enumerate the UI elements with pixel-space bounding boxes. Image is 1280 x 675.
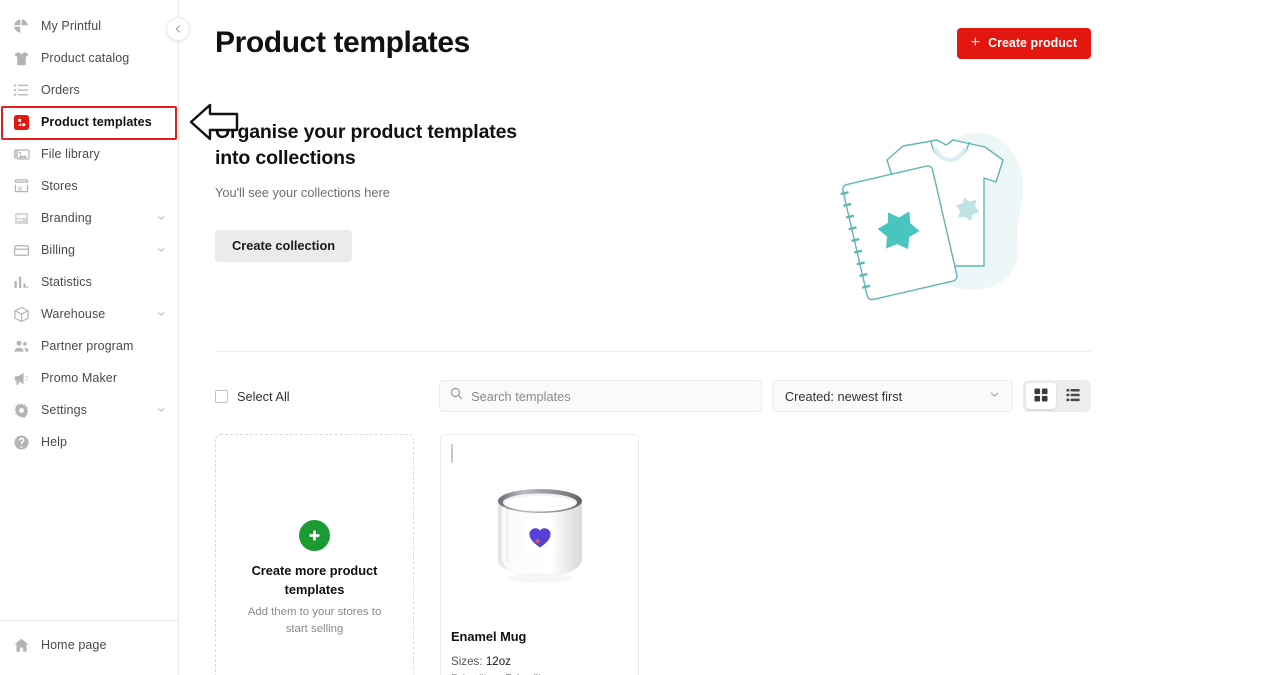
select-all-label: Select All [237, 388, 290, 404]
sidebar-item-label: Help [41, 435, 68, 449]
create-collection-button[interactable]: Create collection [215, 229, 353, 262]
template-card-title: Enamel Mug [451, 629, 527, 644]
chevron-down-icon [156, 309, 166, 319]
sidebar-item-home-page[interactable]: Home page [0, 629, 178, 661]
credit-card-icon [11, 240, 31, 260]
question-icon [11, 432, 31, 452]
enamel-mug-image [451, 469, 628, 601]
list-view-button[interactable] [1058, 383, 1088, 409]
sidebar-item-help[interactable]: Help [0, 426, 178, 458]
create-product-button[interactable]: + Create product [956, 27, 1091, 59]
sidebar-collapse-button[interactable] [166, 17, 190, 41]
page-header: Product templates + Create product [215, 0, 1091, 60]
grid-view-button[interactable] [1026, 383, 1056, 409]
sort-selected-value: Created: newest first [784, 388, 903, 404]
sidebar-item-label: Billing [41, 243, 76, 257]
sidebar-item-branding[interactable]: Branding [0, 202, 178, 234]
templates-grid: Create more product templates Add them t… [215, 434, 1091, 675]
search-input[interactable] [471, 388, 751, 404]
sidebar-item-settings[interactable]: Settings [0, 394, 178, 426]
sidebar-item-label: Warehouse [41, 307, 106, 321]
search-icon [450, 387, 463, 405]
main-content: Product templates + Create product Organ… [179, 0, 1280, 675]
people-icon [11, 336, 31, 356]
sidebar-item-label: My Printful [41, 19, 102, 33]
sidebar-item-label: File library [41, 147, 100, 161]
page-title: Product templates [215, 26, 470, 59]
megaphone-icon [11, 368, 31, 388]
sidebar-item-stores[interactable]: Stores [0, 170, 178, 202]
grid-icon [1034, 388, 1048, 405]
create-more-templates-card[interactable]: Create more product templates Add them t… [215, 434, 414, 675]
select-all-checkbox[interactable] [215, 389, 228, 403]
sizes-label: Sizes: [451, 655, 483, 668]
sidebar-item-label: Settings [41, 403, 87, 417]
pie-chart-icon [11, 16, 31, 36]
sidebar-item-label: Product catalog [41, 51, 130, 65]
view-toggle-group [1023, 380, 1091, 412]
sidebar-nav: My Printful Product catalog Orders Produ… [0, 0, 178, 620]
promo-subtitle: You'll see your collections here [215, 184, 390, 200]
select-all-control[interactable]: Select All [215, 389, 439, 404]
home-icon [11, 635, 31, 655]
branding-icon [11, 208, 31, 228]
app-root: My Printful Product catalog Orders Produ… [0, 0, 1280, 675]
list-icon [1066, 388, 1080, 405]
chevron-down-icon [156, 405, 166, 415]
sidebar-item-warehouse[interactable]: Warehouse [0, 298, 178, 330]
sidebar-item-billing[interactable]: Billing [0, 234, 178, 266]
image-folder-icon [11, 144, 31, 164]
box-icon [11, 304, 31, 324]
sidebar-item-label: Product templates [41, 115, 152, 129]
template-card-checkbox[interactable] [451, 444, 453, 463]
sidebar-item-my-printful[interactable]: My Printful [0, 10, 178, 42]
chevron-down-icon [156, 213, 166, 223]
sort-dropdown[interactable]: Created: newest first [771, 380, 1013, 412]
templates-toolbar: Select All Created: newest first [215, 380, 1091, 412]
gear-icon [11, 400, 31, 420]
sidebar-item-label: Promo Maker [41, 371, 118, 385]
template-card[interactable]: Enamel Mug Sizes: 12oz Print files: Prin… [440, 434, 639, 675]
sidebar-item-label: Branding [41, 211, 92, 225]
sidebar-footer: Home page [0, 620, 178, 675]
sidebar-item-label: Home page [41, 638, 107, 652]
chevron-left-icon [174, 20, 182, 38]
plus-circle-icon [299, 520, 330, 551]
sidebar-item-statistics[interactable]: Statistics [0, 266, 178, 298]
sidebar-item-orders[interactable]: Orders [0, 74, 178, 106]
store-icon [11, 176, 31, 196]
chevron-down-icon [989, 387, 1000, 405]
sidebar-item-partner-program[interactable]: Partner program [0, 330, 178, 362]
sidebar-item-promo-maker[interactable]: Promo Maker [0, 362, 178, 394]
promo-title: Organise your product templates into col… [215, 121, 517, 169]
template-card-meta: Sizes: 12oz Print files: Print file [451, 653, 628, 675]
create-more-templates-title: Create more product templates [251, 563, 378, 597]
tshirt-and-notebook-illustration [831, 112, 1061, 317]
sidebar-item-label: Stores [41, 179, 78, 193]
sizes-value: 12oz [485, 655, 511, 668]
list-icon [11, 80, 31, 100]
sidebar-item-label: Partner program [41, 339, 134, 353]
sidebar-item-product-catalog[interactable]: Product catalog [0, 42, 178, 74]
section-divider [215, 351, 1091, 352]
search-templates-field[interactable] [439, 380, 762, 412]
chevron-down-icon [156, 245, 166, 255]
bar-chart-icon [11, 272, 31, 292]
sidebar-item-file-library[interactable]: File library [0, 138, 178, 170]
template-icon [11, 112, 31, 132]
sidebar-item-label: Orders [41, 83, 80, 97]
sidebar: My Printful Product catalog Orders Produ… [0, 0, 190, 675]
create-product-label: Create product [988, 36, 1077, 50]
sidebar-item-label: Statistics [41, 275, 93, 289]
collections-promo: Organise your product templates into col… [215, 112, 1091, 317]
create-more-templates-subtitle: Add them to your stores to start selling [247, 606, 382, 635]
tshirt-icon [11, 48, 31, 68]
plus-icon: + [970, 33, 981, 51]
sidebar-item-product-templates[interactable]: Product templates [0, 106, 178, 138]
